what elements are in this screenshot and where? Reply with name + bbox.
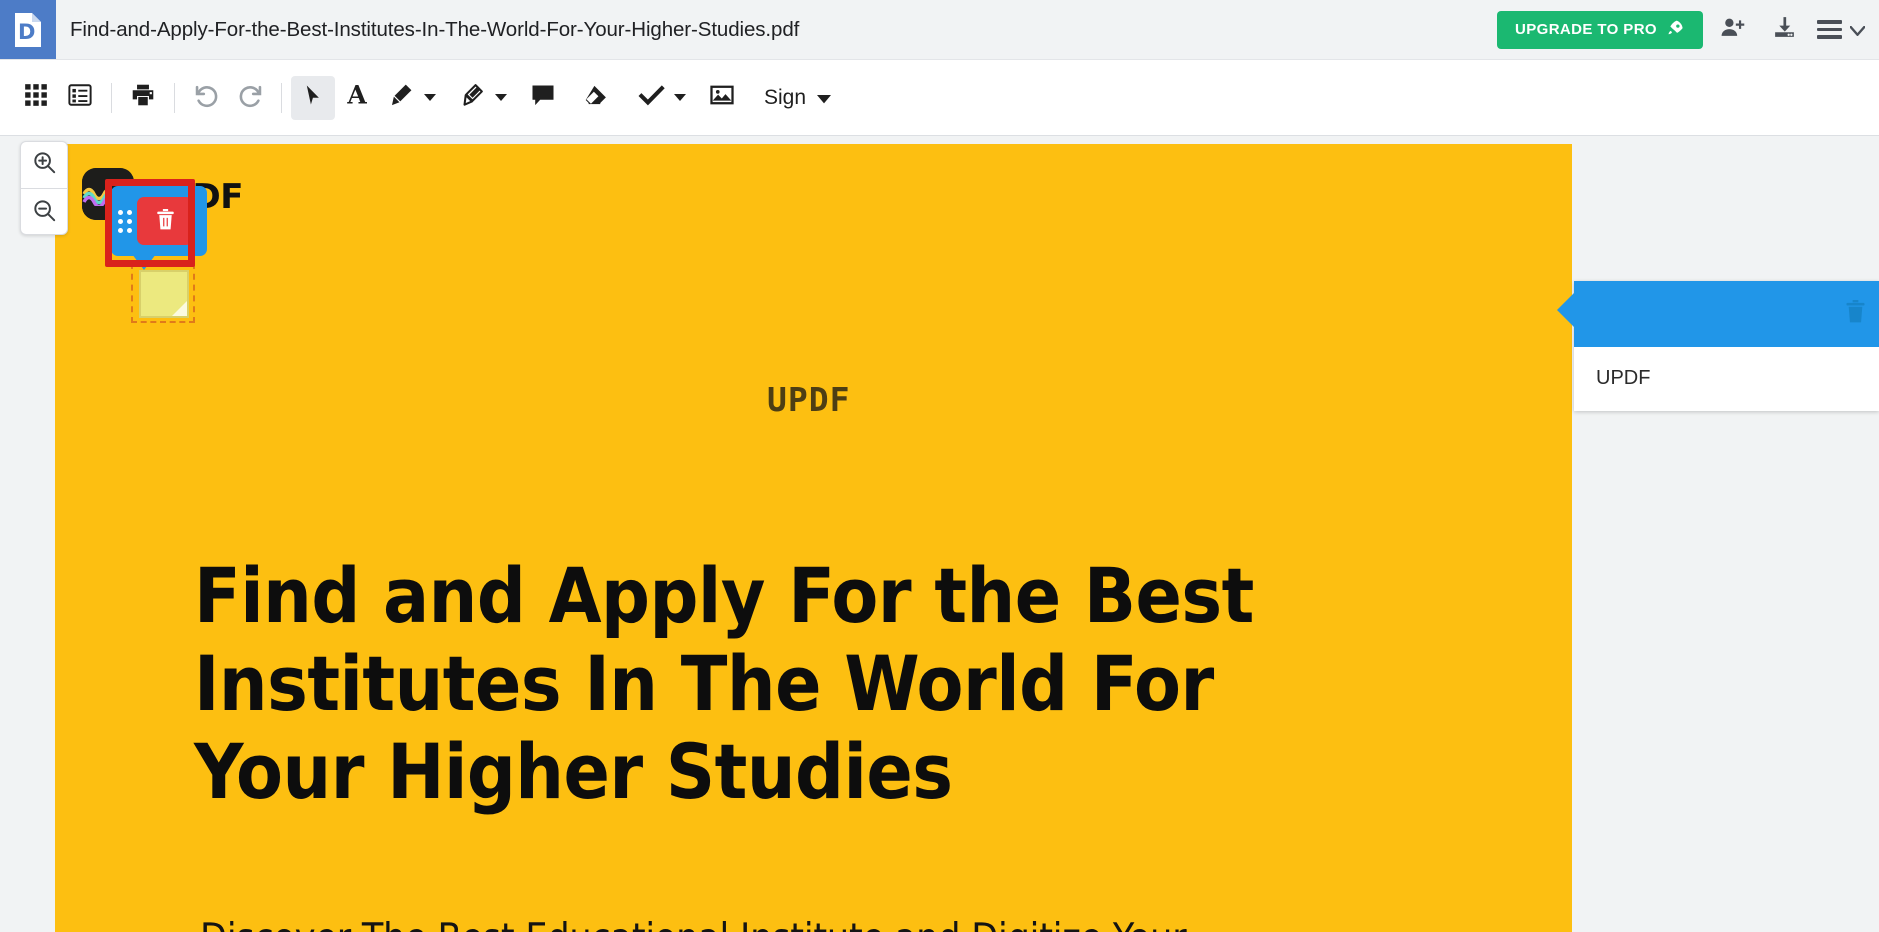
comment-detail-popup[interactable]: UPDF (1574, 281, 1879, 411)
hamburger-menu-icon (1817, 20, 1842, 39)
sign-button[interactable]: Sign (754, 76, 841, 120)
undo-arrow-icon (193, 82, 220, 114)
sticky-note-annotation[interactable] (139, 270, 189, 318)
outline-list-button[interactable] (58, 76, 102, 120)
delete-comment-button[interactable] (1844, 299, 1867, 329)
trash-can-icon (1844, 299, 1867, 329)
zoom-controls (20, 141, 68, 235)
page-watermark-top: UPDF (767, 380, 850, 419)
highlighter-icon (459, 82, 485, 113)
svg-text:A: A (346, 82, 367, 108)
top-bar: D Find-and-Apply-For-the-Best-Institutes… (0, 0, 1879, 59)
rocket-icon (1666, 19, 1685, 41)
add-person-icon (1720, 15, 1745, 45)
highlighter-tool-button[interactable] (450, 76, 494, 120)
main-menu-button[interactable] (1813, 20, 1865, 39)
pdf-viewer: UPDF (0, 136, 1879, 932)
document-title: Find-and-Apply-For-the-Best-Institutes-I… (70, 18, 799, 42)
cursor-arrow-icon (302, 84, 325, 112)
chevron-down-icon (1850, 21, 1865, 39)
highlighter-options-chevron-down-icon[interactable] (495, 94, 507, 101)
comment-popup-header (1574, 281, 1879, 347)
pen-tool-button[interactable] (379, 76, 423, 120)
pen-options-chevron-down-icon[interactable] (424, 94, 436, 101)
annotation-action-popup[interactable] (111, 186, 207, 272)
comment-text: UPDF (1596, 367, 1650, 389)
toolbar-divider (111, 83, 112, 113)
image-icon (709, 82, 735, 113)
upgrade-to-pro-label: UPGRADE TO PRO (1515, 21, 1657, 38)
magnifier-plus-icon (32, 150, 57, 180)
redo-arrow-icon (237, 82, 264, 114)
updf-document-logo-icon: D (13, 11, 43, 49)
magnifier-minus-icon (32, 198, 57, 228)
redo-button[interactable] (228, 76, 272, 120)
undo-button[interactable] (184, 76, 228, 120)
grid-icon (23, 82, 49, 113)
toolbar-divider (281, 83, 282, 113)
thumbnails-grid-button[interactable] (14, 76, 58, 120)
pen-icon (388, 82, 414, 113)
zoom-out-button[interactable] (21, 189, 67, 236)
eraser-icon (584, 82, 610, 113)
app-logo: D (0, 0, 56, 59)
image-tool-button[interactable] (700, 76, 744, 120)
select-tool-button[interactable] (291, 76, 335, 120)
sign-label: Sign (764, 86, 806, 110)
text-a-icon: A (344, 82, 370, 113)
sticky-note-fold-icon (172, 301, 187, 316)
toolbar-divider (174, 83, 175, 113)
download-button[interactable] (1761, 7, 1807, 53)
speech-bubble-icon (530, 82, 556, 113)
top-bar-actions: UPGRADE TO PRO (1497, 7, 1879, 53)
add-person-button[interactable] (1709, 7, 1755, 53)
drag-dots-icon[interactable] (118, 210, 132, 233)
chevron-down-icon (817, 86, 831, 110)
page-subheadline: Discover The Best Educational Institute … (200, 914, 1280, 932)
popup-pointer (1557, 293, 1574, 327)
comment-popup-body[interactable]: UPDF (1574, 347, 1879, 411)
annotation-toolbar: A (0, 59, 1879, 136)
list-icon (67, 82, 93, 113)
svg-text:D: D (18, 20, 35, 44)
print-button[interactable] (121, 76, 165, 120)
eraser-tool-button[interactable] (575, 76, 619, 120)
sticky-note-selection[interactable] (131, 263, 195, 323)
checkmark-tool-button[interactable] (629, 76, 673, 120)
comment-tool-button[interactable] (521, 76, 565, 120)
delete-annotation-button[interactable] (137, 197, 193, 245)
page-headline: Find and Apply For the Best Institutes I… (194, 552, 1374, 816)
text-tool-button[interactable]: A (335, 76, 379, 120)
pdf-page[interactable]: UPDF (55, 144, 1572, 932)
upgrade-to-pro-button[interactable]: UPGRADE TO PRO (1497, 11, 1703, 49)
annotation-popup-body (111, 186, 207, 256)
trash-can-icon (155, 208, 176, 234)
download-icon (1772, 15, 1797, 45)
checkmark-options-chevron-down-icon[interactable] (674, 94, 686, 101)
popup-tail (132, 254, 156, 270)
checkmark-icon (638, 82, 665, 114)
printer-icon (130, 82, 156, 113)
zoom-in-button[interactable] (21, 142, 67, 189)
